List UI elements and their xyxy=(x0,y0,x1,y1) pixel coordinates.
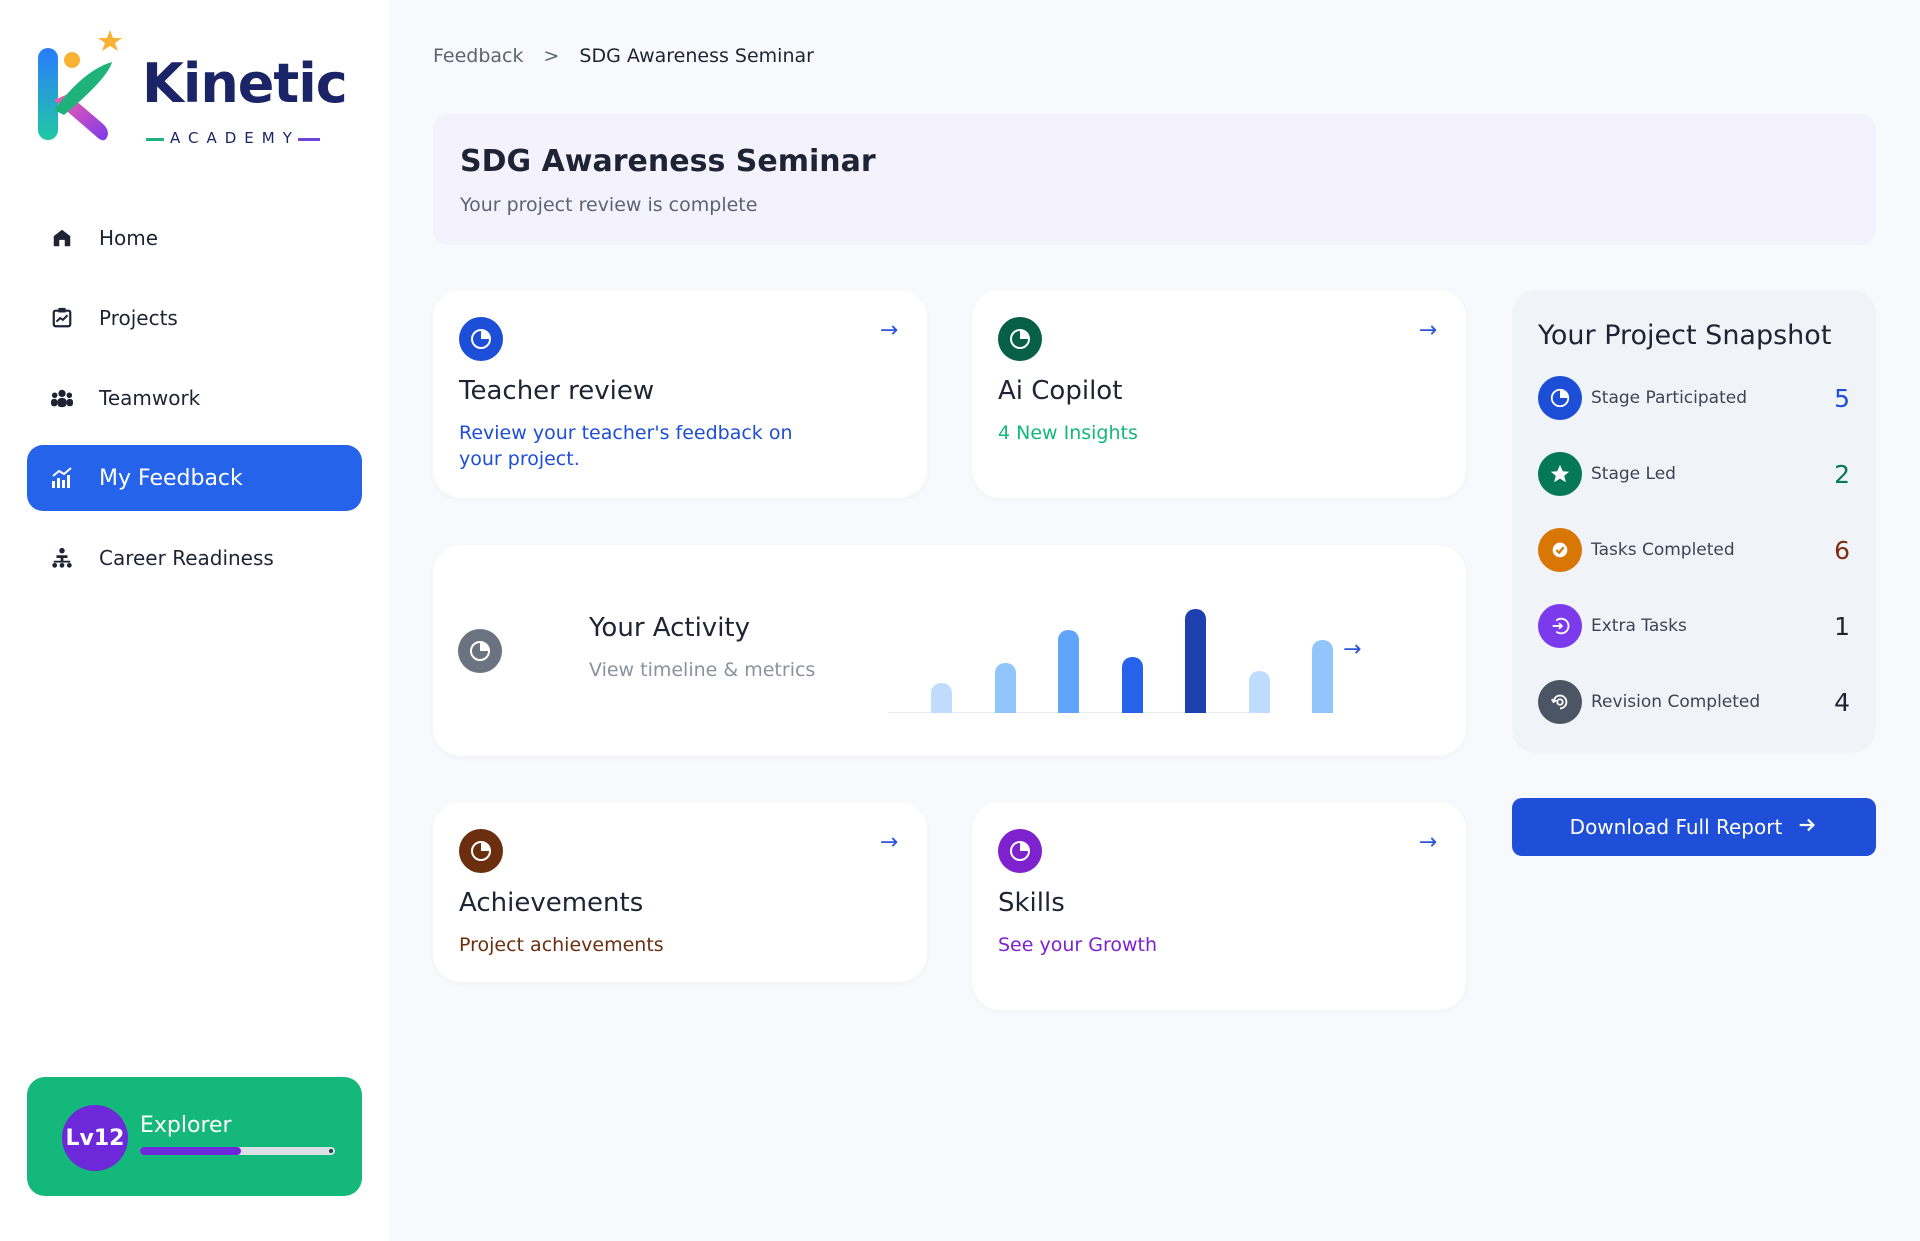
sidebar-item-my-feedback[interactable]: My Feedback xyxy=(27,445,362,511)
check-icon xyxy=(1538,528,1582,572)
sidebar: Kinetic ACADEMY Home Projects Teamwork M… xyxy=(0,0,389,1241)
star-icon xyxy=(1538,452,1582,496)
arrow-right-icon[interactable]: → xyxy=(877,318,901,343)
ai-copilot-card[interactable]: → Ai Copilot 4 New Insights xyxy=(972,290,1466,498)
chart-icon xyxy=(49,465,75,491)
breadcrumb-current: SDG Awareness Seminar xyxy=(579,45,814,67)
level-progress-bar xyxy=(140,1147,335,1155)
activity-bar xyxy=(1248,670,1270,713)
sidebar-item-projects[interactable]: Projects xyxy=(27,285,362,351)
snapshot-value: 6 xyxy=(1834,535,1850,565)
activity-bar xyxy=(994,662,1016,713)
sidebar-item-label: Projects xyxy=(99,306,178,330)
pie-icon xyxy=(458,629,502,673)
level-progress-fill xyxy=(140,1147,242,1155)
arrow-right-icon[interactable]: → xyxy=(877,830,901,855)
snapshot-label: Stage Participated xyxy=(1591,388,1748,408)
team-icon xyxy=(49,385,75,411)
card-title: Skills xyxy=(998,888,1065,918)
breadcrumb-separator: > xyxy=(543,45,560,67)
arrow-right-icon[interactable]: → xyxy=(1416,318,1440,343)
card-subtitle: Project achievements xyxy=(459,934,664,956)
project-snapshot-panel: Your Project Snapshot Stage Participated… xyxy=(1512,290,1876,753)
snapshot-label: Revision Completed xyxy=(1591,692,1761,712)
snapshot-row-tasks-completed: Tasks Completed 6 xyxy=(1538,527,1850,573)
sidebar-item-teamwork[interactable]: Teamwork xyxy=(27,365,362,431)
snapshot-label: Extra Tasks xyxy=(1591,616,1687,636)
achievements-card[interactable]: → Achievements Project achievements xyxy=(433,802,927,982)
snapshot-label: Stage Led xyxy=(1591,464,1676,484)
pie-icon xyxy=(998,317,1042,361)
arrow-right-icon[interactable]: → xyxy=(1416,830,1440,855)
snapshot-value: 1 xyxy=(1834,611,1850,641)
activity-bar xyxy=(1185,609,1206,713)
page-title: SDG Awareness Seminar xyxy=(460,144,876,179)
pie-icon xyxy=(1538,376,1582,420)
brand-name: Kinetic xyxy=(142,52,348,115)
teacher-review-card[interactable]: → Teacher review Review your teacher's f… xyxy=(433,290,927,498)
hierarchy-icon xyxy=(49,545,75,571)
revision-icon xyxy=(1538,680,1582,724)
card-subtitle: See your Growth xyxy=(998,934,1158,956)
activity-bar xyxy=(1121,657,1143,713)
page-subtitle: Your project review is complete xyxy=(460,194,758,216)
download-report-button[interactable]: Download Full Report xyxy=(1512,798,1876,856)
snapshot-value: 5 xyxy=(1834,383,1850,413)
snapshot-title: Your Project Snapshot xyxy=(1538,320,1832,351)
skills-card[interactable]: → Skills See your Growth xyxy=(972,802,1466,1010)
sidebar-item-home[interactable]: Home xyxy=(27,205,362,271)
card-title: Teacher review xyxy=(459,376,655,406)
download-button-label: Download Full Report xyxy=(1569,815,1783,839)
level-title: Explorer xyxy=(140,1113,232,1138)
activity-bar xyxy=(1312,640,1333,713)
brand-divider-right xyxy=(298,138,320,141)
logo[interactable]: Kinetic ACADEMY xyxy=(34,30,348,147)
pie-icon xyxy=(459,317,503,361)
snapshot-label: Tasks Completed xyxy=(1591,540,1735,560)
login-icon xyxy=(1538,604,1582,648)
page-header: SDG Awareness Seminar Your project revie… xyxy=(433,114,1876,245)
sidebar-item-career-readiness[interactable]: Career Readiness xyxy=(27,525,362,591)
card-subtitle: Review your teacher's feedback on your p… xyxy=(459,422,793,470)
snapshot-value: 4 xyxy=(1834,687,1850,717)
breadcrumb: Feedback > SDG Awareness Seminar xyxy=(433,45,814,67)
projects-icon xyxy=(49,305,75,331)
activity-bar xyxy=(931,682,952,713)
pie-icon xyxy=(998,829,1042,873)
pie-icon xyxy=(459,829,503,873)
sidebar-item-label: My Feedback xyxy=(99,465,243,491)
snapshot-row-stage-participated: Stage Participated 5 xyxy=(1538,375,1850,421)
card-title: Ai Copilot xyxy=(998,376,1123,406)
breadcrumb-parent[interactable]: Feedback xyxy=(433,45,523,67)
arrow-right-icon xyxy=(1796,814,1818,841)
sidebar-item-label: Teamwork xyxy=(99,386,201,410)
brand-divider-left xyxy=(146,138,164,141)
sidebar-item-label: Career Readiness xyxy=(99,546,274,570)
activity-card[interactable]: Your Activity View timeline & metrics → xyxy=(433,545,1466,756)
card-subtitle: 4 New Insights xyxy=(998,422,1138,444)
brand-subtitle: ACADEMY xyxy=(170,129,300,147)
snapshot-row-extra-tasks: Extra Tasks 1 xyxy=(1538,603,1850,649)
activity-bar xyxy=(1058,630,1079,713)
level-badge: Lv12 xyxy=(62,1105,128,1171)
snapshot-value: 2 xyxy=(1834,459,1850,489)
card-title: Your Activity xyxy=(589,613,751,643)
kinetic-logo-icon xyxy=(38,30,122,141)
level-progress-end-dot xyxy=(329,1149,333,1153)
card-title: Achievements xyxy=(459,888,644,918)
home-icon xyxy=(49,225,75,251)
activity-bar-chart xyxy=(889,585,1333,713)
snapshot-row-stage-led: Stage Led 2 xyxy=(1538,451,1850,497)
snapshot-row-revision-completed: Revision Completed 4 xyxy=(1538,679,1850,725)
level-card[interactable]: Lv12 Explorer xyxy=(27,1077,362,1196)
arrow-right-icon[interactable]: → xyxy=(1343,637,1361,662)
card-subtitle: View timeline & metrics xyxy=(589,659,816,681)
sidebar-item-label: Home xyxy=(99,226,159,250)
